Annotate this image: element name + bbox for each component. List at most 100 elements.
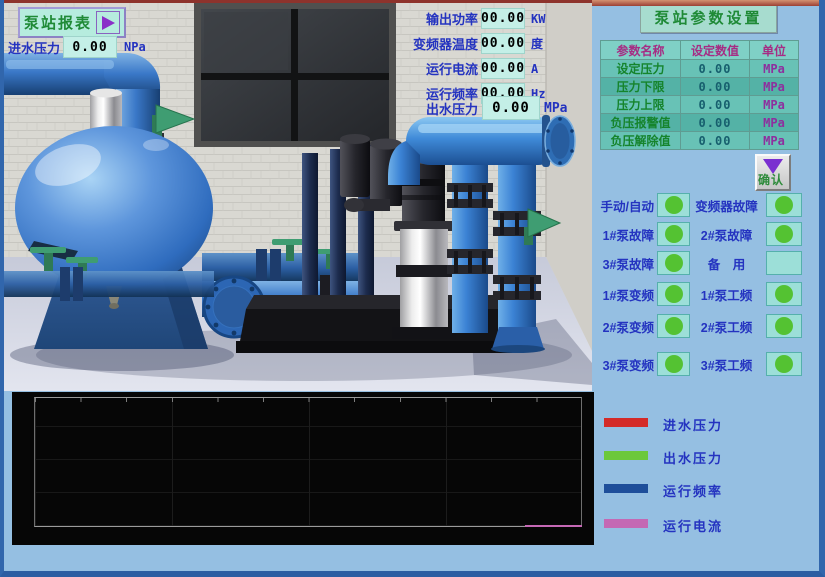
status-row: 1#泵变频 1#泵工频: [594, 282, 810, 306]
param-value-field[interactable]: 0.00: [681, 78, 750, 96]
param-unit: MPa: [750, 60, 799, 78]
report-button-label: 泵站报表: [24, 12, 92, 33]
status-row: 3#泵变频 3#泵工频: [594, 352, 810, 376]
metric-row: 运行电流 00.00 A: [376, 56, 561, 81]
param-name: 压力下限: [601, 78, 681, 96]
status-label: 1#泵变频: [594, 285, 654, 304]
status-label: 2#泵变频: [594, 317, 654, 336]
led-icon: [665, 254, 683, 272]
trend-chart: [12, 392, 594, 545]
status-label: 备 用: [690, 254, 763, 273]
param-unit: MPa: [750, 78, 799, 96]
status-label: 2#泵工频: [690, 317, 763, 336]
status-label: 变频器故障: [690, 196, 763, 215]
led-icon: [665, 196, 683, 214]
parameter-row: 压力下限 0.00 MPa: [601, 78, 799, 96]
status-label: 1#泵故障: [594, 225, 654, 244]
outlet-pressure-unit: MPa: [544, 101, 567, 116]
legend-label: 运行频率: [663, 481, 723, 500]
column-header: 单位: [750, 41, 799, 60]
parameter-row: 压力上限 0.00 MPa: [601, 96, 799, 114]
status-indicator: [657, 314, 690, 338]
outlet-pressure-label: 出水压力: [376, 99, 478, 118]
param-value-field[interactable]: 0.00: [681, 114, 750, 132]
led-icon: [775, 317, 793, 335]
param-name: 设定压力: [601, 60, 681, 78]
legend-item: 出水压力: [604, 448, 723, 467]
parameter-table: 参数名称 设定数值 单位 设定压力 0.00 MPa 压力下限 0.00 MPa…: [600, 40, 799, 150]
param-value-field[interactable]: 0.00: [681, 60, 750, 78]
status-row: 3#泵故障 备 用: [594, 251, 810, 275]
metric-row: 输出功率 00.00 KW: [376, 6, 561, 31]
param-name: 负压解除值: [601, 132, 681, 150]
outlet-pressure-value: 0.00: [482, 96, 540, 120]
legend-label: 运行电流: [663, 516, 723, 535]
status-indicator: [657, 282, 690, 306]
param-name: 负压报警值: [601, 114, 681, 132]
parameter-panel: 泵站参数设置 参数名称 设定数值 单位 设定压力 0.00 MPa 压力下限 0…: [592, 0, 823, 571]
param-name: 压力上限: [601, 96, 681, 114]
outlet-pressure-readout: 出水压力 0.00 MPa: [376, 96, 567, 120]
report-open-button[interactable]: [96, 11, 120, 34]
led-icon: [775, 196, 793, 214]
parameter-row: 负压报警值 0.00 MPa: [601, 114, 799, 132]
led-icon: [665, 225, 683, 243]
status-indicator: [657, 193, 690, 217]
top-border-right: [592, 0, 823, 6]
confirm-button-label: 确认: [758, 171, 784, 188]
metric-label: 输出功率: [376, 9, 478, 28]
inlet-pressure-unit: NPa: [124, 40, 146, 54]
report-button[interactable]: 泵站报表: [18, 7, 126, 38]
legend-swatch: [604, 484, 648, 493]
play-icon: [102, 16, 115, 30]
legend-label: 出水压力: [663, 448, 723, 467]
metric-label: 变频器温度: [376, 34, 478, 53]
param-unit: MPa: [750, 96, 799, 114]
metric-label: 运行电流: [376, 59, 478, 78]
status-label: 3#泵故障: [594, 254, 654, 273]
legend-item: 进水压力: [604, 415, 723, 434]
param-value-field[interactable]: 0.00: [681, 96, 750, 114]
status-row: 1#泵故障 2#泵故障: [594, 222, 810, 246]
legend-item: 运行电流: [604, 516, 723, 535]
parameter-row: 设定压力 0.00 MPa: [601, 60, 799, 78]
status-label: 3#泵变频: [594, 355, 654, 374]
metric-unit: A: [531, 62, 561, 76]
inlet-pressure-readout: 进水压力 0.00 NPa: [8, 36, 146, 58]
legend-swatch: [604, 418, 648, 427]
status-indicator: [657, 222, 690, 246]
back-pipe: [302, 153, 318, 295]
legend-swatch: [604, 451, 648, 460]
status-indicator-spare: [766, 251, 802, 275]
parameter-header-row: 参数名称 设定数值 单位: [601, 41, 799, 60]
status-label: 1#泵工频: [690, 285, 763, 304]
led-icon: [665, 355, 683, 373]
param-unit: MPa: [750, 132, 799, 150]
led-icon: [665, 317, 683, 335]
param-value-field[interactable]: 0.00: [681, 132, 750, 150]
legend-swatch: [604, 519, 648, 528]
inlet-pressure-value: 0.00: [63, 36, 117, 58]
led-icon: [775, 355, 793, 373]
metric-value: 00.00: [481, 33, 525, 54]
pump-station-3d-scene: 泵站报表 进水压力 0.00 NPa 输出功率 00.00 KW 变频器温度 0…: [4, 3, 592, 391]
metric-value: 00.00: [481, 58, 525, 79]
confirm-button[interactable]: 确认: [755, 154, 791, 191]
inlet-pressure-label: 进水压力: [8, 38, 60, 57]
panel-title: 泵站参数设置: [640, 5, 777, 33]
status-row: 手动/自动 变频器故障: [594, 193, 810, 217]
status-indicator: [657, 352, 690, 376]
metric-row: 变频器温度 00.00 度: [376, 31, 561, 56]
drive-metrics: 输出功率 00.00 KW 变频器温度 00.00 度 运行电流 00.00 A…: [376, 6, 561, 106]
status-label: 手动/自动: [594, 196, 654, 215]
status-indicator: [657, 251, 690, 275]
current-trace: [525, 525, 582, 527]
axis-ticks: [35, 398, 581, 402]
led-icon: [775, 225, 793, 243]
led-icon: [775, 285, 793, 303]
param-unit: MPa: [750, 114, 799, 132]
status-indicator: [766, 314, 802, 338]
status-indicator: [766, 352, 802, 376]
status-indicator: [766, 282, 802, 306]
led-icon: [665, 285, 683, 303]
